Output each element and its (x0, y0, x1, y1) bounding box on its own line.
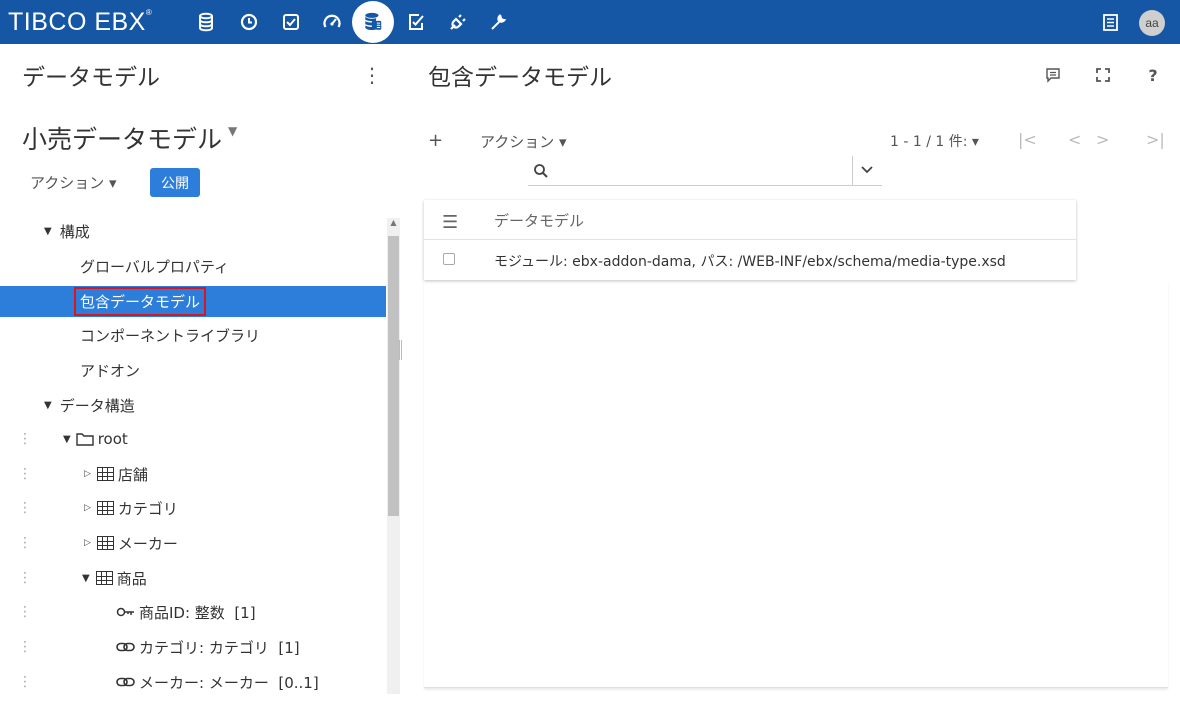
edit-check-icon[interactable] (402, 8, 430, 36)
add-button[interactable]: + (428, 130, 443, 151)
right-action-menu[interactable]: アクション ▾ (480, 131, 567, 152)
top-bar: TIBCO EBX® aa (0, 0, 1180, 44)
fullscreen-icon[interactable] (1092, 64, 1114, 86)
left-action-menu[interactable]: アクション ▾ (30, 172, 117, 193)
tree-scroll-thumb[interactable] (388, 236, 399, 516)
content-area (424, 280, 1168, 688)
tree-label: 店舗 (117, 465, 148, 484)
data-model-icon[interactable] (352, 1, 394, 43)
table-icon (96, 501, 114, 515)
comment-icon[interactable] (1042, 64, 1064, 86)
tree-node-root[interactable]: ⋮ ▼ root (0, 424, 386, 454)
search-icon (534, 164, 548, 178)
panel-splitter[interactable] (399, 340, 402, 360)
tree-label: データ構造 (59, 396, 135, 415)
link-icon (116, 642, 135, 652)
search-divider (852, 156, 853, 185)
tree-node-store[interactable]: ⋮ ▷ 店舗 (0, 459, 386, 489)
tree-item-addons[interactable]: アドオン (0, 355, 386, 385)
tree-label: root (97, 430, 128, 448)
first-page-icon[interactable]: |< (1018, 130, 1037, 149)
row-checkbox[interactable] (443, 253, 455, 265)
expand-icon[interactable]: ▼ (63, 434, 71, 445)
tree-item-component-library[interactable]: コンポーネントライブラリ (0, 320, 386, 350)
tree-group-data-structure[interactable]: ▼ データ構造 (0, 390, 386, 420)
expand-icon[interactable]: ▼ (82, 573, 90, 584)
help-icon[interactable]: ? (1142, 64, 1164, 86)
checklist-icon[interactable] (277, 8, 305, 36)
folder-icon (76, 433, 94, 446)
tree-label: グローバルプロパティ (80, 257, 229, 276)
pager-count[interactable]: 1 - 1 / 1 件: ▾ (890, 131, 979, 151)
drag-handle-icon[interactable]: ⋮ (18, 535, 32, 551)
tree-label: カテゴリ (117, 499, 178, 518)
expand-icon[interactable]: ▼ (44, 400, 52, 411)
left-panel-title: データモデル (22, 65, 160, 91)
key-icon (116, 607, 134, 617)
list-icon[interactable] (1096, 8, 1124, 36)
tree-field-product-id[interactable]: ⋮ 商品ID: 整数 [1] (0, 597, 386, 627)
drag-handle-icon[interactable]: ⋮ (18, 570, 32, 586)
tree-label: カテゴリ: カテゴリ [1] (139, 638, 300, 657)
model-tree: ▼ 構成 グローバルプロパティ 包含データモデル コンポーネントライブラリ アドオ… (0, 214, 388, 694)
chevron-down-icon[interactable] (861, 166, 873, 174)
collapse-icon[interactable]: ▷ (84, 503, 91, 513)
last-page-icon[interactable]: >| (1146, 130, 1165, 149)
data-grid: ☰ データモデル モジュール: ebx-addon-dama, パス: /WEB… (424, 200, 1076, 280)
grid-cell[interactable]: モジュール: ebx-addon-dama, パス: /WEB-INF/ebx/… (494, 251, 1006, 271)
drag-handle-icon[interactable]: ⋮ (18, 674, 32, 690)
tree-label: アドオン (80, 361, 141, 380)
tree-label: コンポーネントライブラリ (80, 326, 261, 345)
search-input[interactable] (528, 156, 882, 186)
column-menu-icon[interactable]: ☰ (442, 212, 458, 233)
tree-node-category[interactable]: ⋮ ▷ カテゴリ (0, 493, 386, 523)
table-icon (96, 467, 114, 481)
link-icon (116, 677, 135, 687)
table-icon (95, 571, 113, 585)
tree-label: 商品ID: 整数 [1] (139, 603, 256, 622)
model-dropdown-icon[interactable]: ▼ (228, 124, 237, 138)
plug-icon[interactable] (444, 8, 472, 36)
database-icon[interactable] (192, 8, 220, 36)
tree-field-maker-link[interactable]: ⋮ メーカー: メーカー [0..1] (0, 667, 386, 694)
drag-handle-icon[interactable]: ⋮ (18, 604, 32, 620)
table-row[interactable]: モジュール: ebx-addon-dama, パス: /WEB-INF/ebx/… (424, 241, 1076, 279)
tree-group-config[interactable]: ▼ 構成 (0, 216, 386, 246)
model-name: 小売データモデル (22, 125, 223, 154)
collapse-icon[interactable]: ▷ (84, 469, 91, 479)
column-header-data-model[interactable]: データモデル (494, 210, 584, 231)
tree-label: 商品 (116, 569, 147, 588)
tree-field-category-link[interactable]: ⋮ カテゴリ: カテゴリ [1] (0, 632, 386, 662)
prev-page-icon[interactable]: < (1068, 130, 1081, 149)
drag-handle-icon[interactable]: ⋮ (18, 639, 32, 655)
drag-handle-icon[interactable]: ⋮ (18, 500, 32, 516)
tree-item-included-models[interactable]: 包含データモデル (0, 286, 386, 317)
tree-node-product[interactable]: ⋮ ▼ 商品 (0, 563, 386, 593)
publish-button[interactable]: 公開 (150, 168, 200, 197)
collapse-icon[interactable]: ▷ (84, 538, 91, 548)
more-options-icon[interactable]: ⋮ (362, 62, 382, 88)
tree-node-maker[interactable]: ⋮ ▷ メーカー (0, 528, 386, 558)
expand-icon[interactable]: ▼ (44, 226, 52, 237)
drag-handle-icon[interactable]: ⋮ (18, 466, 32, 482)
wrench-icon[interactable] (484, 8, 512, 36)
scroll-up-icon[interactable]: ▲ (387, 218, 400, 232)
avatar[interactable]: aa (1139, 10, 1165, 36)
tree-label: メーカー: メーカー [0..1] (139, 673, 319, 692)
tree-label: 構成 (59, 222, 90, 241)
right-panel-title: 包含データモデル (428, 65, 612, 91)
tree-label: メーカー (117, 534, 178, 553)
next-page-icon[interactable]: > (1096, 130, 1109, 149)
tibco-ebx-logo[interactable]: TIBCO EBX® (8, 7, 152, 37)
clock-icon[interactable] (235, 8, 263, 36)
grid-header: ☰ データモデル (424, 200, 1076, 240)
table-icon (96, 536, 114, 550)
tree-label: 包含データモデル (74, 287, 207, 316)
drag-handle-icon[interactable]: ⋮ (18, 431, 32, 447)
tree-item-global-properties[interactable]: グローバルプロパティ (0, 251, 386, 281)
speedometer-icon[interactable] (318, 8, 346, 36)
